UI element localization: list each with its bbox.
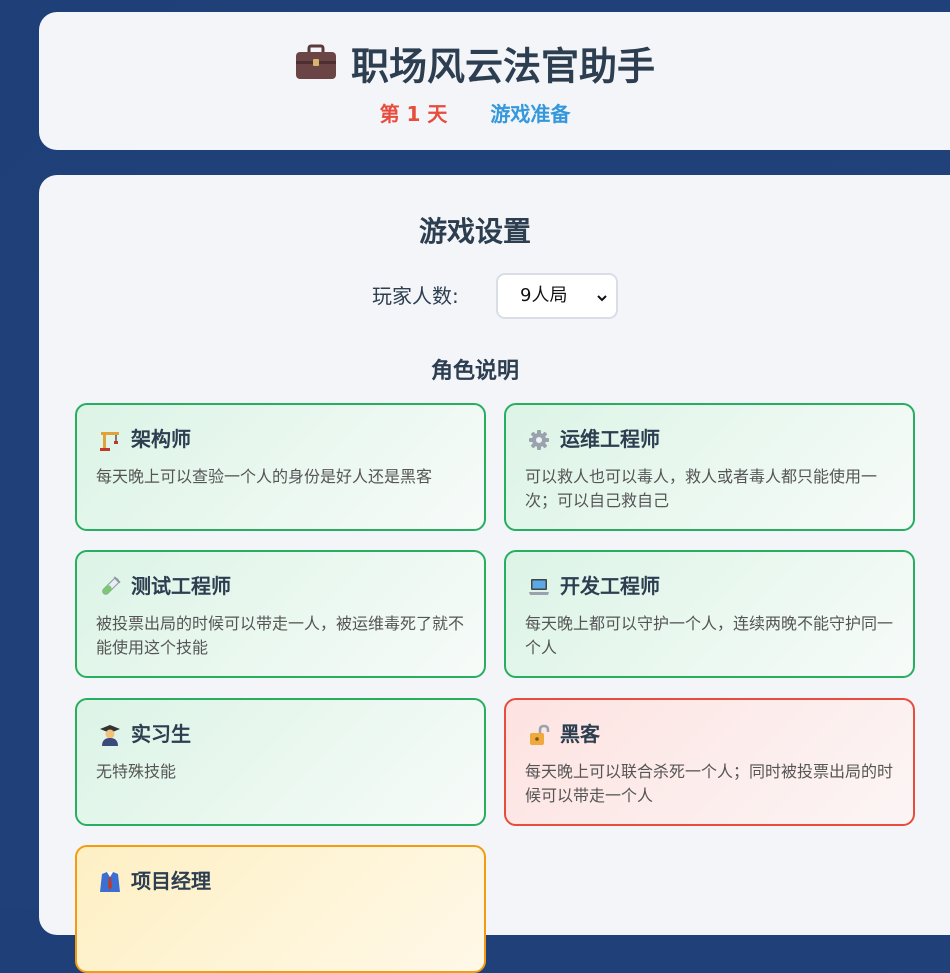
app-title: 职场风云法官助手 xyxy=(0,40,950,91)
role-card-ops-engineer: 运维工程师 可以救人也可以毒人，救人或者毒人都只能使用一次；可以自己救自己 xyxy=(504,403,915,531)
student-icon xyxy=(99,724,121,746)
player-count-label: 玩家人数: xyxy=(372,284,459,308)
suit-icon xyxy=(99,871,121,893)
role-description: 无特殊技能 xyxy=(96,762,177,781)
role-name: 开发工程师 xyxy=(560,574,660,598)
role-card-developer: 开发工程师 每天晚上都可以守护一个人，连续两晚不能守护同一个人 xyxy=(504,550,915,678)
role-card-intern: 实习生 无特殊技能 xyxy=(75,698,486,826)
roles-title: 角色说明 xyxy=(430,359,519,384)
role-description: 每天晚上可以查验一个人的身份是好人还是黑客 xyxy=(96,467,433,486)
role-description: 可以救人也可以毒人，救人或者毒人都只能使用一次；可以自己救自己 xyxy=(525,467,878,510)
role-card-architect: 架构师 每天晚上可以查验一个人的身份是好人还是黑客 xyxy=(75,403,486,531)
role-name: 测试工程师 xyxy=(131,574,231,598)
chevron-down-icon xyxy=(596,289,608,308)
player-count-select[interactable]: 9人局 xyxy=(496,273,618,319)
status-row: 第 1 天 游戏准备 xyxy=(0,99,950,129)
role-card-test-engineer: 测试工程师 被投票出局的时候可以带走一人，被运维毒死了就不能使用这个技能 xyxy=(75,550,486,678)
role-description: 被投票出局的时候可以带走一人，被运维毒死了就不能使用这个技能 xyxy=(96,614,465,657)
gear-icon xyxy=(528,429,550,451)
unlock-icon xyxy=(528,724,550,746)
role-description: 每天晚上都可以守护一个人，连续两晚不能守护同一个人 xyxy=(525,614,894,657)
role-name: 项目经理 xyxy=(131,869,211,893)
briefcase-icon xyxy=(295,43,337,91)
day-indicator: 第 1 天 xyxy=(379,102,448,126)
setup-title: 游戏设置 xyxy=(418,215,531,248)
role-name: 黑客 xyxy=(560,722,600,746)
role-card-hacker: 黑客 每天晚上可以联合杀死一个人；同时被投票出局的时候可以带走一个人 xyxy=(504,698,915,826)
role-name: 实习生 xyxy=(131,722,191,746)
test-tube-icon xyxy=(99,576,121,598)
construction-crane-icon xyxy=(99,429,121,451)
role-description: 每天晚上可以联合杀死一个人；同时被投票出局的时候可以带走一个人 xyxy=(525,762,894,805)
app-title-text: 职场风云法官助手 xyxy=(350,44,655,89)
role-card-project-manager: 项目经理 xyxy=(75,845,486,973)
player-count-value: 9人局 xyxy=(520,285,568,306)
phase-indicator: 游戏准备 xyxy=(490,102,571,126)
role-name: 运维工程师 xyxy=(560,427,660,451)
role-name: 架构师 xyxy=(131,427,191,451)
laptop-icon xyxy=(528,576,550,598)
